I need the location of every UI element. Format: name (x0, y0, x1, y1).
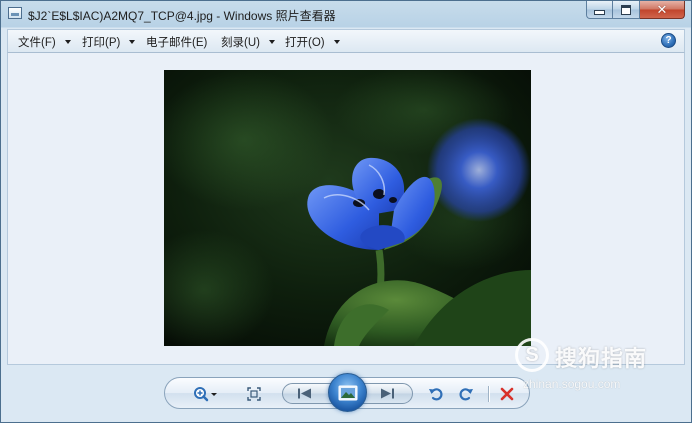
window-title: $J2`E$L$IAC)A2MQ7_TCP@4.jpg - Windows 照片… (28, 9, 336, 23)
actual-size-icon (247, 386, 261, 401)
slideshow-icon (338, 385, 357, 400)
rotate-counterclockwise-button[interactable] (425, 383, 447, 404)
image-viewer-area (7, 53, 685, 365)
actual-size-button[interactable] (245, 383, 263, 404)
previous-icon (298, 388, 311, 399)
menu-print[interactable]: 打印(P) (82, 34, 136, 50)
chevron-down-icon (333, 40, 340, 44)
chevron-down-icon (268, 40, 275, 44)
menu-email[interactable]: 电子邮件(E) (146, 34, 207, 50)
photo-viewer-app-icon[interactable] (8, 7, 22, 19)
toolbar-divider (488, 386, 490, 402)
flower-photo (164, 70, 531, 346)
menu-open[interactable]: 打开(O) (285, 34, 340, 50)
rotate-clockwise-button[interactable] (455, 383, 477, 404)
menu-bar: 文件(F) 打印(P) 电子邮件(E) 刻录(U) 打开(O) ? (7, 29, 685, 53)
rotate-clockwise-icon (459, 387, 473, 400)
caption-buttons: ✕ (586, 1, 685, 20)
menu-burn[interactable]: 刻录(U) (221, 34, 275, 50)
photo-image (164, 70, 531, 346)
previous-button[interactable] (293, 385, 317, 402)
zoom-button[interactable] (191, 383, 221, 404)
photo-viewer-window: $J2`E$L$IAC)A2MQ7_TCP@4.jpg - Windows 照片… (0, 0, 692, 423)
close-icon: ✕ (656, 2, 668, 17)
maximize-button[interactable] (613, 1, 640, 19)
zoom-icon (194, 386, 217, 401)
menu-file[interactable]: 文件(F) (18, 34, 71, 50)
minimize-button[interactable] (586, 1, 613, 19)
maximize-icon (621, 4, 631, 15)
menu-email-label: 电子邮件(E) (146, 37, 208, 49)
menu-print-label: 打印(P) (82, 37, 121, 49)
slideshow-button[interactable] (328, 373, 367, 412)
rotate-counterclockwise-icon (429, 387, 443, 400)
next-icon (381, 388, 394, 399)
chevron-down-icon (64, 40, 71, 44)
chevron-down-icon (129, 40, 136, 44)
close-button[interactable]: ✕ (640, 1, 685, 19)
viewer-toolbar (164, 373, 530, 412)
menu-open-label: 打开(O) (285, 37, 325, 49)
next-button[interactable] (375, 385, 399, 402)
minimize-icon (594, 10, 605, 15)
menu-file-label: 文件(F) (18, 37, 56, 49)
help-icon[interactable]: ? (661, 33, 676, 48)
watermark-url: zhinan.sogou.com (523, 377, 621, 391)
menu-burn-label: 刻录(U) (221, 37, 260, 49)
title-bar[interactable]: $J2`E$L$IAC)A2MQ7_TCP@4.jpg - Windows 照片… (1, 1, 691, 27)
delete-icon (500, 387, 514, 400)
delete-button[interactable] (496, 383, 518, 404)
